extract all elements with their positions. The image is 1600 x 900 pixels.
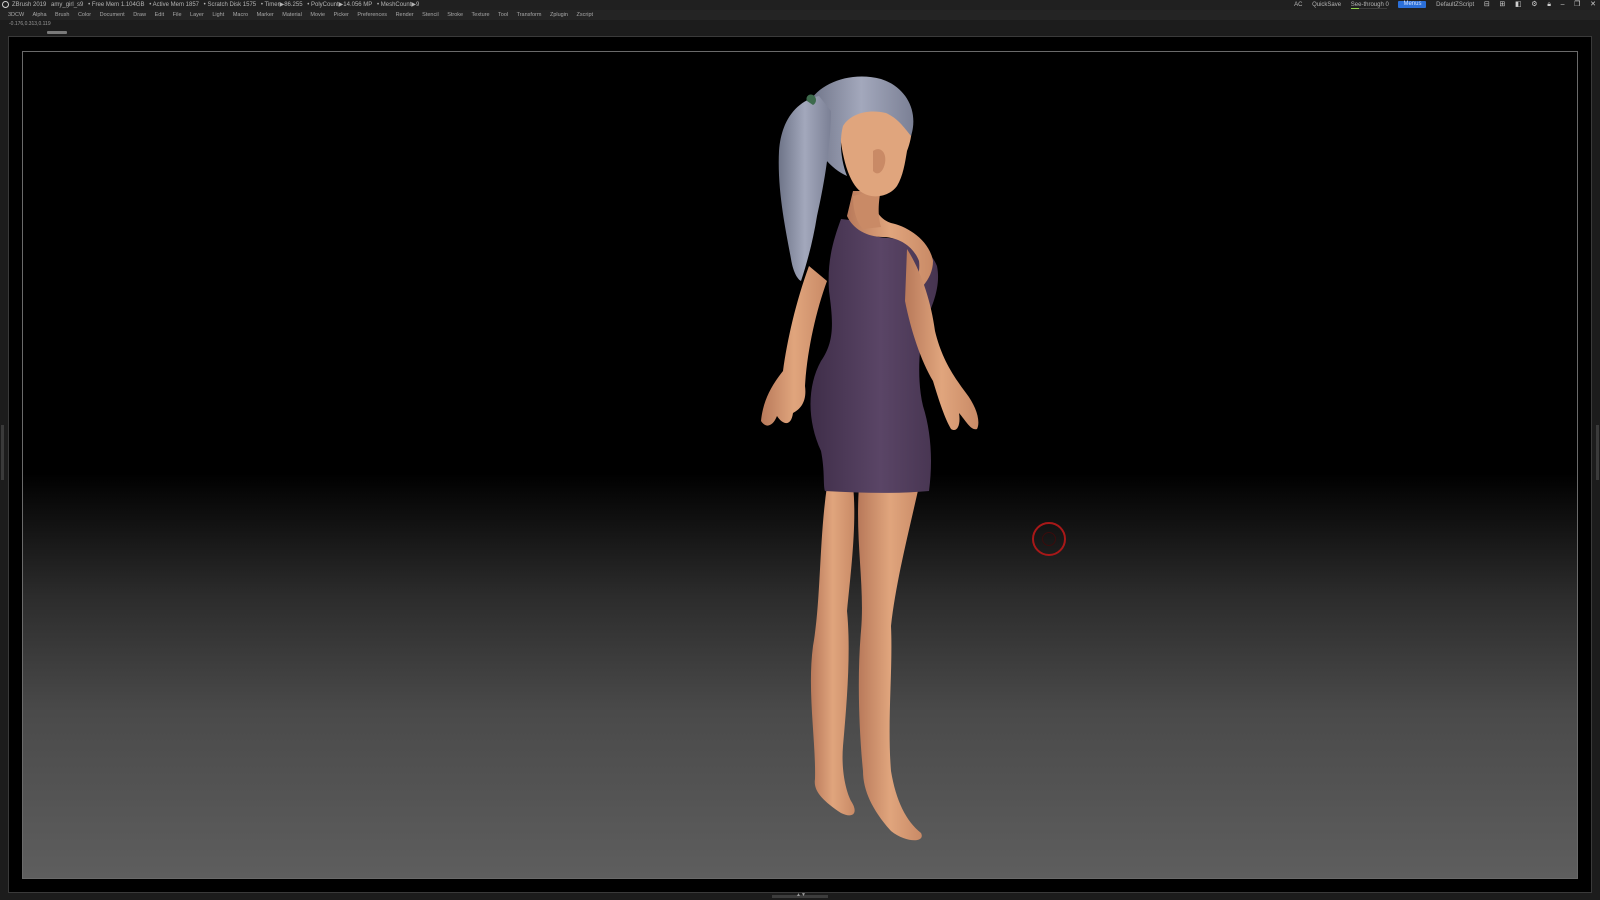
seethrough-slider[interactable]: See-through 0 [1350,0,1389,10]
cursor-coordinates: -0.176,0.313,0.119 [9,21,51,27]
menu-tool[interactable]: Tool [498,12,508,18]
menus-button[interactable]: Menus [1398,1,1427,8]
brush-cursor [1032,522,1066,556]
menu-file[interactable]: File [173,12,182,18]
stat-polycount: • PolyCount▶14.056 MP [307,2,373,8]
right-tray-handle[interactable] [1596,425,1599,480]
menu-document[interactable]: Document [100,12,125,18]
stat-timer: • Timer▶86.255 [260,2,303,8]
palette-icon[interactable]: ◧ [1515,0,1522,10]
menu-stencil[interactable]: Stencil [422,12,439,18]
menu-render[interactable]: Render [396,12,414,18]
menu-3dcw[interactable]: 3DCW [8,12,24,18]
menu-stroke[interactable]: Stroke [447,12,463,18]
menu-light[interactable]: Light [212,12,224,18]
restore-icon[interactable]: ❐ [1574,0,1580,10]
menu-zplugin[interactable]: Zplugin [550,12,568,18]
menu-alpha[interactable]: Alpha [32,12,46,18]
stat-active-mem: • Active Mem 1857 [149,2,199,8]
model-3d [761,76,979,841]
title-bar: ZBrush 2019 amy_girl_s9 • Free Mem 1.104… [0,0,1600,10]
minimize-icon[interactable]: – [1561,0,1565,10]
menu-transform[interactable]: Transform [517,12,542,18]
menu-bar: 3DCW Alpha Brush Color Document Draw Edi… [0,10,1600,20]
menu-edit[interactable]: Edit [155,12,164,18]
file-name: amy_girl_s9 [51,2,84,8]
menu-macro[interactable]: Macro [233,12,248,18]
close-icon[interactable]: ✕ [1590,0,1596,10]
menu-picker[interactable]: Picker [334,12,349,18]
menu-draw[interactable]: Draw [133,12,146,18]
menu-brush[interactable]: Brush [55,12,69,18]
zbrush-logo-icon [2,0,9,8]
stat-free-mem: • Free Mem 1.104GB [88,2,145,8]
default-zscript-button[interactable]: DefaultZScript [1436,0,1474,10]
document-canvas[interactable] [22,51,1578,879]
app-name: ZBrush 2019 [12,2,47,8]
tray-tab-handle[interactable] [47,31,67,34]
bottom-tray-handle[interactable]: ▲▼ [772,892,828,898]
layout-icon[interactable]: ⊞ [1499,0,1505,10]
menu-layer[interactable]: Layer [190,12,204,18]
stat-meshcount: • MeshCount▶9 [376,2,420,8]
brush-cursor-inner [1042,532,1056,546]
title-bar-info: ZBrush 2019 amy_girl_s9 • Free Mem 1.104… [2,0,422,10]
menu-color[interactable]: Color [78,12,91,18]
tray-arrows-icon: ▲▼ [796,892,806,898]
seethrough-fill [1350,8,1359,9]
stat-scratch-disk: • Scratch Disk 1575 [203,2,257,8]
layout-icon[interactable]: ⊟ [1484,0,1490,10]
menu-texture[interactable]: Texture [472,12,490,18]
left-tray-handle[interactable] [1,425,4,480]
title-bar-controls: AC QuickSave See-through 0 Menus Default… [1286,0,1596,10]
ac-button[interactable]: AC [1294,0,1302,10]
menu-preferences[interactable]: Preferences [357,12,387,18]
menu-movie[interactable]: Movie [310,12,325,18]
quicksave-button[interactable]: QuickSave [1312,0,1341,10]
menu-zscript[interactable]: Zscript [577,12,594,18]
lock-icon[interactable]: 🔒︎ [1547,0,1551,10]
menu-material[interactable]: Material [282,12,302,18]
menu-marker[interactable]: Marker [257,12,274,18]
settings-icon[interactable]: ⚙ [1531,0,1537,10]
